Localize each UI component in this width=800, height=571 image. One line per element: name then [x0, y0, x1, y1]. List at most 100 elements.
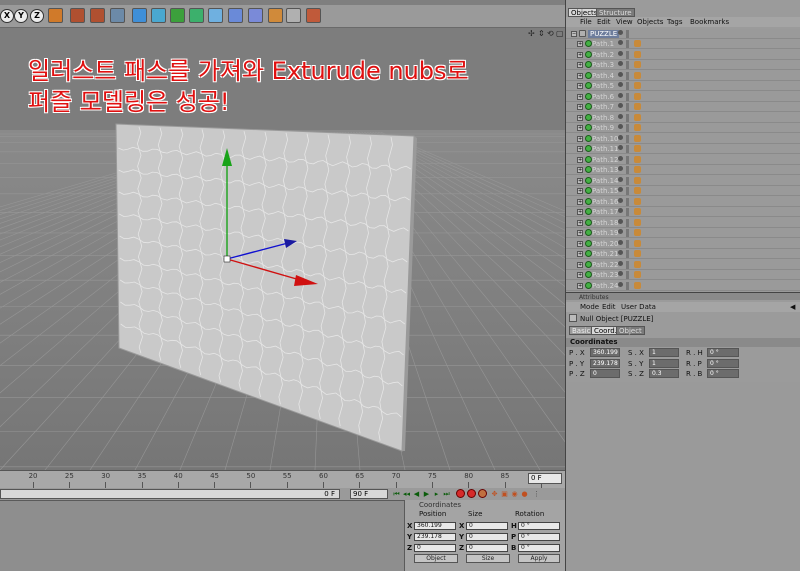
apply-button[interactable]: Apply	[518, 554, 560, 563]
object-row-path[interactable]: + Path.12	[566, 155, 800, 165]
menu-view[interactable]: View	[616, 18, 633, 26]
visibility-dot-icon[interactable]	[618, 281, 623, 287]
render-dot-icon[interactable]	[626, 197, 629, 206]
object-row-path[interactable]: + Path.24	[566, 281, 800, 291]
phong-tag-icon[interactable]	[634, 166, 641, 173]
goto-end-icon[interactable]: ⏭	[442, 489, 451, 499]
scale-param-field[interactable]: 0.3	[649, 369, 679, 378]
light-icon[interactable]	[268, 8, 283, 23]
visibility-dot-icon[interactable]	[618, 208, 623, 213]
parameter-key-icon[interactable]: ●	[520, 489, 529, 499]
phong-tag-icon[interactable]	[634, 281, 641, 289]
visibility-dot-icon[interactable]	[618, 40, 623, 45]
expand-toggle-icon[interactable]: +	[577, 156, 583, 163]
render-dot-icon[interactable]	[626, 113, 629, 122]
object-row-path[interactable]: + Path.22	[566, 260, 800, 270]
tab-structure[interactable]: Structure	[596, 8, 635, 17]
expand-toggle-icon[interactable]: +	[577, 198, 583, 205]
visibility-dot-icon[interactable]	[618, 103, 623, 108]
expand-toggle-icon[interactable]: +	[577, 51, 583, 58]
phong-tag-icon[interactable]	[634, 50, 641, 58]
phong-tag-icon[interactable]	[634, 92, 641, 100]
environment-icon[interactable]	[228, 8, 243, 23]
end-frame-field[interactable]: 90 F	[350, 489, 388, 499]
object-row-path[interactable]: + Path.6	[566, 92, 800, 102]
position-param-field[interactable]: 360.199	[590, 348, 620, 357]
visibility-dot-icon[interactable]	[618, 92, 623, 98]
object-row-path[interactable]: + Path.3	[566, 60, 800, 70]
object-row-path[interactable]: + Path.14	[566, 176, 800, 186]
visibility-dot-icon[interactable]	[618, 218, 623, 224]
object-row-path[interactable]: + Path.11	[566, 144, 800, 154]
timeline-menu-icon[interactable]: ⋮	[532, 489, 541, 499]
key-selection-icon[interactable]	[478, 489, 487, 498]
menu-user-data[interactable]: User Data	[621, 303, 656, 311]
phong-tag-icon[interactable]	[634, 82, 641, 89]
expand-toggle-icon[interactable]: +	[577, 188, 583, 194]
visibility-dot-icon[interactable]	[618, 239, 623, 245]
object-origin[interactable]	[223, 255, 231, 263]
visibility-dot-icon[interactable]	[618, 229, 623, 234]
expand-toggle-icon[interactable]: +	[577, 125, 583, 131]
visibility-dot-icon[interactable]	[618, 61, 623, 66]
object-row-path[interactable]: + Path.7	[566, 102, 800, 112]
rotation-key-icon[interactable]: ◉	[510, 489, 519, 499]
visibility-dot-icon[interactable]	[618, 166, 623, 171]
rotation-field[interactable]: 0 °	[518, 522, 560, 530]
visibility-dot-icon[interactable]	[618, 145, 623, 150]
render-settings-icon[interactable]	[110, 8, 125, 23]
phong-tag-icon[interactable]	[634, 71, 641, 79]
menu-file[interactable]: File	[580, 18, 592, 26]
object-row-path[interactable]: + Path.15	[566, 186, 800, 196]
render-dot-icon[interactable]	[626, 61, 629, 69]
prev-key-icon[interactable]: ◂◂	[402, 489, 411, 499]
expand-toggle-icon[interactable]: +	[577, 240, 583, 247]
render-dot-icon[interactable]	[626, 250, 629, 258]
object-row-path[interactable]: + Path.4	[566, 71, 800, 81]
phong-tag-icon[interactable]	[634, 197, 641, 205]
coordinate-system-dropdown[interactable]: Object	[414, 554, 458, 563]
render-dot-icon[interactable]	[626, 40, 629, 48]
expand-toggle-icon[interactable]: +	[577, 146, 583, 152]
expand-toggle-icon[interactable]: +	[577, 282, 583, 289]
object-row-path[interactable]: + Path.16	[566, 197, 800, 207]
expand-toggle-icon[interactable]: +	[577, 83, 583, 89]
visibility-dot-icon[interactable]	[618, 197, 623, 203]
phong-tag-icon[interactable]	[634, 229, 641, 236]
expand-toggle-icon[interactable]: +	[577, 272, 583, 278]
object-row-path[interactable]: + Path.21	[566, 249, 800, 259]
phong-tag-icon[interactable]	[634, 239, 641, 247]
viewport-rotate-icon[interactable]: ⟲	[547, 29, 554, 38]
layout-icon[interactable]	[286, 8, 301, 23]
render-view-icon[interactable]	[70, 8, 85, 23]
render-dot-icon[interactable]	[626, 239, 629, 248]
step-forward-icon[interactable]: ▸	[432, 489, 441, 499]
nurbs-icon[interactable]	[170, 8, 185, 23]
render-dot-icon[interactable]	[626, 166, 629, 174]
menu-edit[interactable]: Edit	[597, 18, 611, 26]
spline-pen-icon[interactable]	[151, 8, 166, 23]
viewport-maximize-icon[interactable]: ▢	[556, 29, 564, 38]
position-field[interactable]: 239.178	[414, 533, 456, 541]
visibility-dot-icon[interactable]	[618, 187, 623, 192]
object-row-path[interactable]: + Path.5	[566, 81, 800, 91]
size-field[interactable]: 0	[466, 533, 508, 541]
visibility-dot-icon[interactable]	[618, 71, 623, 77]
render-dot-icon[interactable]	[626, 71, 629, 80]
autokey-icon[interactable]	[467, 489, 476, 498]
rotation-field[interactable]: 0 °	[518, 533, 560, 541]
menu-bookmarks[interactable]: Bookmarks	[690, 18, 729, 26]
deformer-icon[interactable]	[208, 8, 223, 23]
position-param-field[interactable]: 239.178	[590, 358, 620, 368]
object-row-root[interactable]: − PUZZLE	[566, 29, 800, 39]
scale-key-icon[interactable]: ▣	[500, 489, 509, 499]
record-icon[interactable]	[456, 489, 465, 498]
visibility-dot-icon[interactable]	[618, 124, 623, 129]
step-back-icon[interactable]: ◀	[412, 489, 421, 499]
world-coordinates-icon[interactable]	[48, 8, 63, 23]
rotation-param-field[interactable]: 0 °	[707, 369, 739, 378]
position-field[interactable]: 360.199	[414, 522, 456, 530]
phong-tag-icon[interactable]	[634, 155, 641, 163]
visibility-dot-icon[interactable]	[618, 260, 623, 266]
render-dot-icon[interactable]	[626, 155, 629, 164]
